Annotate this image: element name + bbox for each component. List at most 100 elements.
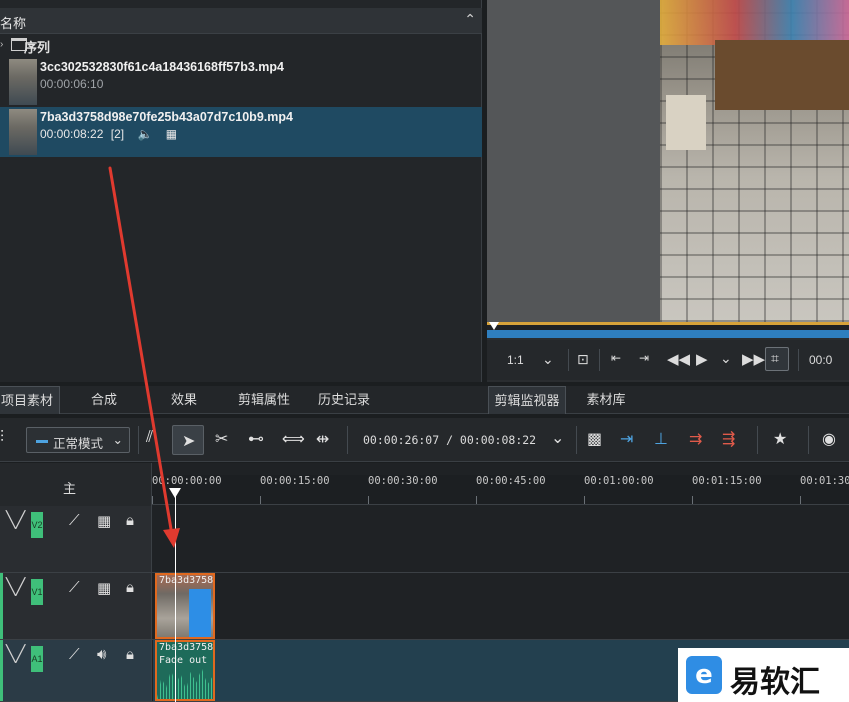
ripple-tool-icon[interactable]: ⟺	[282, 429, 305, 449]
track-v2: ╲╱ V2 ⟋ ▦ 🔒︎	[0, 506, 849, 573]
scrubber-position-line	[487, 322, 849, 325]
rewind-icon[interactable]: ◀◀	[667, 350, 690, 368]
timeline-playhead-icon[interactable]	[169, 488, 181, 498]
tab-clip-properties[interactable]: 剪辑属性	[226, 386, 302, 414]
chevron-down-icon[interactable]: ⌄	[551, 428, 564, 448]
chevron-down-icon[interactable]: ⌄	[542, 351, 554, 368]
panel-tab-bar: 项目素材箱 合成 效果 剪辑属性 历史记录 剪辑监视器 素材库	[0, 386, 849, 436]
chevron-down-icon[interactable]: ╲╱	[6, 644, 25, 664]
zoom-level[interactable]: 1:1	[507, 353, 524, 367]
tab-compositions[interactable]: 合成	[66, 386, 142, 414]
monitor-timecode[interactable]: 00:0	[809, 353, 832, 367]
tab-effects[interactable]: 效果	[146, 386, 222, 414]
track-label: A1	[31, 646, 43, 672]
checkerboard-icon[interactable]: ▩	[587, 429, 602, 449]
ruler-tick: 00:00:45:00	[476, 475, 546, 487]
video-clip[interactable]: 7ba3d3758d	[155, 573, 215, 639]
lock-icon[interactable]: 🔒︎	[126, 512, 134, 529]
column-name-label: 名称	[0, 16, 27, 31]
scrubber-track	[487, 330, 849, 338]
watermark-text: 易软汇	[730, 665, 820, 700]
lock-icon[interactable]: 🔒︎	[126, 646, 134, 663]
ruler-mark	[476, 496, 477, 504]
set-in-icon[interactable]: ⇤	[611, 351, 621, 365]
track-settings-icon[interactable]: ⫶	[0, 429, 4, 447]
fast-forward-icon[interactable]: ▶▶	[742, 350, 765, 368]
edit-mode-select[interactable]: 正常模式 ⌄	[26, 427, 130, 453]
separator	[808, 426, 809, 454]
audio-clip[interactable]: 7ba3d3758d Fade out	[155, 640, 215, 701]
selection-tool-button[interactable]: ➤	[172, 425, 204, 455]
separator	[576, 426, 577, 454]
play-menu-icon[interactable]: ⌄	[720, 350, 732, 367]
track-header: ╲╱ V1 ⟋ ▦ 🔒︎	[0, 573, 152, 639]
track-label: V1	[31, 579, 43, 605]
triangle-right-icon[interactable]: ›	[0, 39, 3, 50]
mode-icon	[36, 440, 48, 443]
tab-library[interactable]: 素材库	[568, 386, 644, 414]
chevron-down-icon[interactable]: ╲╱	[6, 510, 25, 530]
clip-duration: 00:00:08:22	[40, 127, 104, 141]
chevron-down-icon[interactable]: ╲╱	[6, 577, 25, 597]
speaker-icon[interactable]: 🔊︎	[97, 646, 106, 663]
timeline-toolbar: ⫶ 正常模式 ⌄ ⫽ ➤ ✂ ⊷ ⟺ ⇹ 00:00:26:07 / 00:00…	[0, 418, 849, 462]
crop-button[interactable]: ⌗	[765, 347, 789, 371]
ruler-tick: 00:00:15:00	[260, 475, 330, 487]
cursor-icon: ➤	[182, 433, 196, 450]
separator	[568, 349, 569, 371]
fit-frame-icon[interactable]: ⊡	[577, 351, 589, 368]
star-icon[interactable]: ★	[773, 429, 787, 449]
video-editor-window: 名称 ⌃ › 序列 3cc302532830f61c4a18436168ff57…	[0, 0, 849, 702]
monitor-scrubber[interactable]	[487, 322, 849, 338]
effects-wand-icon[interactable]: ⟋	[69, 646, 80, 663]
record-icon[interactable]: ◉	[822, 429, 836, 449]
monitor-controls: 1:1 ⌄ ⊡ ⇤ ⇥ ◀◀ ▶ ⌄ ▶▶ ⌗ 00:0	[487, 340, 849, 380]
folder-label: 序列	[24, 40, 51, 55]
audio-waveform	[157, 668, 213, 699]
chevron-up-icon[interactable]: ⌃	[464, 11, 476, 28]
watermark-letter: e	[695, 660, 713, 690]
clip-name: 7ba3d3758d98e70fe25b43a07d7c10b9.mp4	[40, 110, 293, 124]
tab-clip-monitor[interactable]: 剪辑监视器	[488, 386, 566, 414]
video-preview-frame[interactable]	[660, 0, 849, 322]
set-out-icon[interactable]: ⇥	[639, 351, 649, 365]
sequence-folder[interactable]: › 序列	[0, 36, 482, 56]
watermark-logo: e 易软汇	[678, 648, 849, 702]
spacer-tool-icon[interactable]: ⊷	[248, 429, 264, 449]
separator	[347, 426, 348, 454]
clip-thumbnail-marker	[189, 589, 211, 637]
crop-icon: ⌗	[771, 350, 779, 366]
timeline-timecode[interactable]: 00:00:26:07 / 00:00:08:22	[363, 433, 536, 447]
effects-wand-icon[interactable]: ⟋	[69, 579, 80, 596]
lock-icon[interactable]: 🔒︎	[126, 579, 134, 596]
track-body[interactable]	[153, 506, 849, 572]
speaker-icon: 🔈	[137, 127, 153, 141]
bin-column-header[interactable]: 名称 ⌃	[0, 8, 482, 34]
time-ruler[interactable]: 00:00:00:00 00:00:15:00 00:00:30:00 00:0…	[152, 475, 849, 505]
effects-wand-icon[interactable]: ⟋	[69, 512, 80, 529]
insert-clip-icon[interactable]: ⇥	[620, 429, 633, 449]
ruler-mark	[584, 496, 585, 504]
razor-all-icon[interactable]: ⫽	[146, 429, 153, 447]
tab-history[interactable]: 历史记录	[306, 386, 382, 414]
ruler-tick: 00:01:30	[800, 475, 849, 487]
timeline-playhead-line	[175, 493, 176, 702]
clip-meta: 00:00:08:22 [2] 🔈 ▦	[40, 127, 177, 141]
scrubber-playhead-icon[interactable]	[489, 322, 499, 330]
track-header: ╲╱ V2 ⟋ ▦ 🔒︎	[0, 506, 152, 572]
bin-clip-item-selected[interactable]: 7ba3d3758d98e70fe25b43a07d7c10b9.mp4 00:…	[0, 107, 482, 157]
overwrite-clip-icon[interactable]: ⊥	[654, 429, 668, 449]
monitor-letterbox	[487, 0, 660, 322]
film-icon[interactable]: ▦	[97, 579, 111, 597]
play-icon[interactable]: ▶	[696, 350, 708, 368]
extract-icon[interactable]: ⇉	[689, 429, 702, 449]
scissors-icon[interactable]: ✂	[215, 429, 228, 449]
slip-tool-icon[interactable]: ⇹	[316, 429, 329, 449]
clip-thumbnail	[9, 109, 37, 155]
bin-clip-item[interactable]: 3cc302532830f61c4a18436168ff57b3.mp4 00:…	[0, 57, 482, 107]
lift-icon[interactable]: ⇶	[722, 429, 735, 449]
film-icon[interactable]: ▦	[97, 512, 111, 530]
track-body[interactable]: 7ba3d3758d	[153, 573, 849, 639]
tab-project-bin[interactable]: 项目素材箱	[0, 386, 60, 436]
ruler-mark	[368, 496, 369, 504]
